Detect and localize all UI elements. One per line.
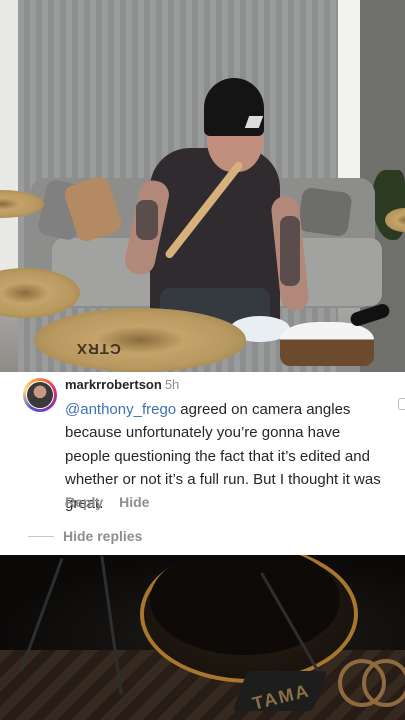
hide-button[interactable]: Hide (119, 494, 149, 510)
reply-button[interactable]: Reply (65, 494, 103, 510)
comment-actions: Reply Hide (65, 494, 165, 510)
avatar-story-ring[interactable] (23, 378, 57, 412)
scroll-edge-indicator (398, 398, 405, 410)
comment-timestamp: 5h (164, 377, 180, 392)
rug-pattern (362, 659, 405, 707)
comment-panel: markrrobertson 5h @anthony_frego agreed o… (0, 372, 405, 555)
comment-header: markrrobertson 5h (65, 377, 179, 393)
comment-username[interactable]: markrrobertson (65, 377, 162, 392)
hide-replies-row[interactable]: Hide replies (28, 528, 142, 544)
video-frame-top[interactable]: CTRX (0, 0, 405, 372)
tom-drum (280, 322, 374, 366)
cymbal-brand-text: CTRX (76, 340, 121, 357)
cymbal-ride (34, 308, 246, 372)
avatar[interactable] (26, 381, 54, 409)
pillow (297, 186, 353, 238)
hide-replies-button[interactable]: Hide replies (63, 528, 142, 544)
tattoo (136, 200, 158, 240)
replies-divider (28, 535, 54, 537)
tattoo (280, 216, 300, 286)
comment-mention-link[interactable]: @anthony_frego (65, 401, 176, 418)
video-frame-bottom[interactable]: TAMA (0, 555, 405, 720)
